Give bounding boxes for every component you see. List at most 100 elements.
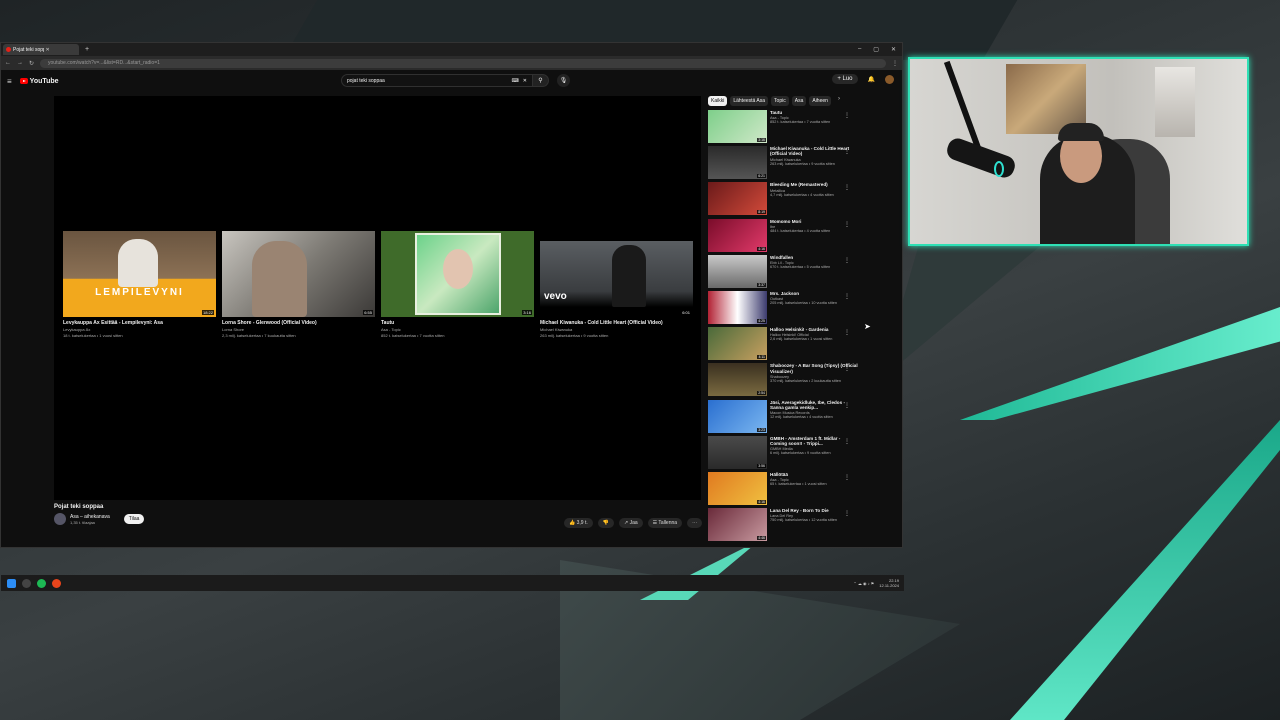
related-video-item[interactable]: 3:23 Jäsi, Averagekidluke, Ibe, Cledos - … <box>708 399 858 436</box>
person-figure <box>612 245 646 307</box>
reload-icon[interactable]: ↻ <box>29 60 34 67</box>
search-button[interactable]: ⚲ <box>532 74 549 87</box>
related-thumbnail[interactable]: 4:11 <box>708 327 767 361</box>
browser-tab[interactable]: Pojat teki soppaa - YouTube ✕ <box>3 44 79 55</box>
related-thumbnail[interactable]: 2:54 <box>708 363 767 397</box>
endscreen-thumbnail[interactable]: vevo 6:01 <box>540 231 693 317</box>
clear-search-icon[interactable]: ✕ <box>523 78 527 84</box>
account-avatar[interactable] <box>885 74 894 84</box>
more-options-icon[interactable]: ⋮ <box>844 257 850 264</box>
logo-text: YouTube <box>29 77 59 85</box>
maximize-button[interactable]: ▢ <box>873 46 879 53</box>
endscreen-card[interactable]: 6:55 Lorna Shore - Glenwood (Official Vi… <box>222 231 375 338</box>
related-thumbnail[interactable]: 3:56 <box>708 435 767 469</box>
keyboard-icon[interactable]: ⌨ <box>512 78 519 84</box>
windows-start-icon[interactable] <box>7 578 16 588</box>
back-icon[interactable]: ← <box>5 60 11 66</box>
more-options-icon[interactable]: ⋮ <box>844 402 850 409</box>
more-actions-button[interactable]: ⋯ <box>687 518 703 528</box>
search-taskbar-icon[interactable] <box>22 578 31 588</box>
address-bar-row: ← → ↻ youtube.com/watch?v=...&list=RD...… <box>1 56 902 70</box>
browser-taskbar-icon[interactable] <box>52 578 61 588</box>
related-video-item[interactable]: 4:25 Mrs. Jackson Outkast 205 milj. katselu… <box>708 290 858 327</box>
duration-badge: 2:54 <box>757 391 766 396</box>
dislike-button[interactable]: 👎 <box>597 518 614 528</box>
search-icon: ⚲ <box>538 78 543 84</box>
endscreen-card[interactable]: vevo 6:01 Michael Kiwanuka - Cold Little… <box>540 231 693 338</box>
channel-avatar[interactable] <box>54 513 66 525</box>
menu-icon[interactable]: ≡ <box>7 77 12 86</box>
related-thumbnail[interactable]: 8:19 <box>708 182 767 216</box>
endscreen-card[interactable]: LEMPILEVYNI 18:22 Levykauppa Äx Esittää … <box>63 231 216 338</box>
endscreen-title[interactable]: Levykauppa Äx Esittää - Lempilevyni: Asa <box>63 320 216 326</box>
related-video-item[interactable]: 3:56 GMBH - Amsterdam 1 ft. Midlar - Comi… <box>708 435 858 472</box>
video-player[interactable]: LEMPILEVYNI 18:22 Levykauppa Äx Esittää … <box>54 96 701 500</box>
new-tab-button[interactable]: + <box>85 46 89 53</box>
tray-icons[interactable]: ⌃ ☁ ◉ ♪ ⚑ <box>853 581 874 586</box>
more-options-icon[interactable]: ⋮ <box>844 438 850 445</box>
related-video-item[interactable]: 4:46 Lana Del Rey - Born To Die Lana Del R… <box>708 508 858 544</box>
window-controls: – ▢ ✕ <box>858 46 896 53</box>
related-thumbnail[interactable]: 3:37 <box>708 254 767 288</box>
spotify-icon[interactable] <box>37 578 46 588</box>
voice-search-button[interactable]: 🎙 <box>557 74 570 87</box>
related-video-item[interactable]: 6:21 Michael Kiwanuka - Cold Little Heart… <box>708 146 858 182</box>
more-options-icon[interactable]: ⋮ <box>844 293 850 300</box>
search-input[interactable]: pojat teki soppaa ⌨ ✕ <box>341 74 533 87</box>
clock[interactable]: 22.19 12.11.2024 <box>879 578 899 588</box>
chip-all[interactable]: Kaikki <box>708 96 728 106</box>
mic-light-ring <box>994 161 1004 177</box>
endscreen-card[interactable]: 3:16 Tautu Asa - Topic 852 t. katseluker… <box>381 231 534 338</box>
endscreen-title[interactable]: Michael Kiwanuka - Cold Little Heart (Of… <box>540 320 693 326</box>
related-video-item[interactable]: 2:54 Shaboozey - A Bar Song (Tipsy) (Offi… <box>708 363 858 399</box>
more-options-icon[interactable]: ⋮ <box>844 510 850 517</box>
subscribe-button[interactable]: Tilaa <box>123 514 145 524</box>
related-video-item[interactable]: 4:11 Halloo Helsinki! - Gardenia Halloo He… <box>708 327 858 363</box>
channel-info: Asa – aihekanava 1,35 t. tilaajaa <box>70 514 110 525</box>
endscreen-thumbnail[interactable]: LEMPILEVYNI 18:22 <box>63 231 216 317</box>
more-options-icon[interactable]: ⋮ <box>844 148 850 155</box>
related-video-item[interactable]: 8:19 Bleeding Me (Remastered) Metallica 4,7… <box>708 182 858 218</box>
minimize-button[interactable]: – <box>858 46 861 53</box>
related-thumbnail[interactable]: 4:25 <box>708 290 767 324</box>
more-options-icon[interactable]: ⋮ <box>844 365 850 372</box>
extensions-icon[interactable]: ⋮ <box>892 60 898 67</box>
related-thumbnail[interactable]: 4:46 <box>708 508 767 542</box>
more-options-icon[interactable]: ⋮ <box>844 221 850 228</box>
endscreen-title[interactable]: Lorna Shore - Glenwood (Official Video) <box>222 320 375 326</box>
notifications-bell-icon[interactable]: 🔔 <box>868 76 875 83</box>
chip-asa[interactable]: Asa <box>791 96 807 106</box>
url-field[interactable]: youtube.com/watch?v=...&list=RD...&start… <box>40 58 886 68</box>
youtube-favicon-icon <box>6 47 11 52</box>
share-button[interactable]: ↗ Jaa <box>618 518 643 528</box>
endscreen-thumbnail[interactable]: 3:16 <box>381 231 534 317</box>
youtube-logo[interactable]: YouTube <box>19 77 59 85</box>
wall-poster <box>1155 67 1195 137</box>
related-thumbnail[interactable]: 4:16 <box>708 218 767 252</box>
more-options-icon[interactable]: ⋮ <box>844 112 850 119</box>
like-button[interactable]: 👍 3,9 t. <box>564 518 593 528</box>
channel-name[interactable]: Asa – aihekanava <box>70 514 110 520</box>
related-video-item[interactable]: 3:37 Windfallen Ebb Lil - Topic 670 t. kats… <box>708 254 858 291</box>
chevron-right-icon[interactable]: › <box>834 96 844 106</box>
more-options-icon[interactable]: ⋮ <box>844 329 850 336</box>
forward-icon[interactable]: → <box>17 60 23 66</box>
chip-related[interactable]: Aiheen <box>809 96 831 106</box>
close-window-button[interactable]: ✕ <box>891 46 896 53</box>
more-options-icon[interactable]: ⋮ <box>844 474 850 481</box>
related-thumbnail[interactable]: 3:16 <box>708 110 767 143</box>
close-tab-icon[interactable]: ✕ <box>46 47 77 53</box>
endscreen-thumbnail[interactable]: 6:55 <box>222 231 375 317</box>
related-video-item[interactable]: 3:16 Tautu Asa - Topic 852 t. katselukertaa… <box>708 110 858 146</box>
create-button[interactable]: + Luo <box>832 74 858 84</box>
save-button[interactable]: ☰ Tallenna <box>647 518 683 528</box>
related-video-item[interactable]: 4:16 Momomo Mori Ibe 484 t. katselukertaa •… <box>708 218 858 255</box>
chip-from-asa[interactable]: Lähteestä Asa <box>730 96 769 106</box>
related-video-item[interactable]: 4:16 Hällötää Asa - Topic 65 t. katselukert… <box>708 471 858 508</box>
endscreen-title[interactable]: Tautu <box>381 320 534 326</box>
more-options-icon[interactable]: ⋮ <box>844 184 850 191</box>
related-thumbnail[interactable]: 3:23 <box>708 399 767 433</box>
related-thumbnail[interactable]: 6:21 <box>708 146 767 180</box>
related-thumbnail[interactable]: 4:16 <box>708 471 767 505</box>
chip-topic[interactable]: Topic <box>771 96 789 106</box>
